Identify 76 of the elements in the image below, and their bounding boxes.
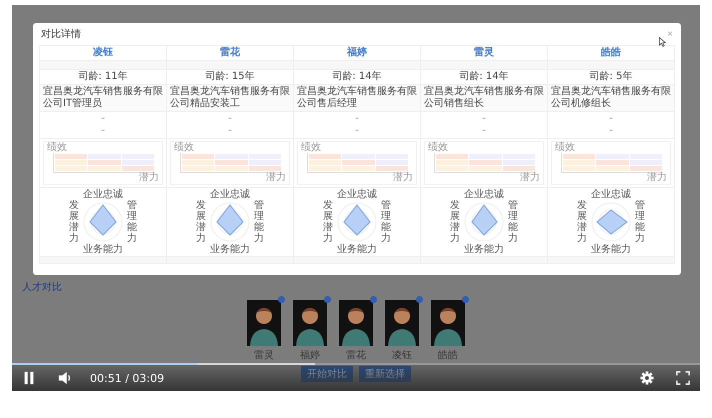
axis-label: 管理能力	[635, 200, 645, 244]
axis-label: 绩效	[555, 143, 575, 153]
axis-label: 绩效	[47, 143, 67, 153]
pause-icon[interactable]	[22, 371, 36, 385]
avatar-icon	[385, 300, 419, 346]
candidate-name: 皓皓	[438, 348, 458, 362]
table-cell: -	[101, 125, 105, 137]
table-cell: -	[609, 113, 613, 125]
avatar-icon	[431, 300, 465, 346]
axis-label: 企业忠诚	[83, 189, 123, 200]
axis-label: 潜力	[647, 173, 667, 183]
section-title: 人才对比	[22, 280, 62, 294]
remove-icon[interactable]	[462, 296, 469, 303]
axis-label: 业务能力	[464, 244, 504, 255]
axis-label: 企业忠诚	[464, 189, 504, 200]
fullscreen-icon[interactable]	[676, 371, 690, 385]
candidate-name: 雷花	[346, 348, 366, 362]
candidate-name: 雷灵	[254, 349, 274, 362]
axis-label: 潜力	[393, 173, 413, 183]
axis-label: 绩效	[301, 143, 321, 153]
axis-label: 发展潜力	[323, 200, 333, 244]
table-cell: 宜昌奥龙汽车销售服务有限公司精品安装工	[167, 85, 293, 112]
modal-title: 对比详情	[41, 28, 81, 41]
table-cell: 宜昌奥龙汽车销售服务有限公司机修组长	[548, 85, 674, 112]
table-cell: -	[101, 113, 105, 125]
action-button[interactable]: 重新选择	[359, 366, 411, 382]
axis-label: 管理能力	[508, 200, 518, 244]
volume-icon[interactable]	[58, 371, 72, 385]
cursor-icon	[659, 37, 666, 47]
axis-label: 潜力	[139, 173, 159, 183]
avatar-icon	[247, 300, 281, 346]
axis-label: 管理能力	[127, 200, 137, 244]
remove-icon[interactable]	[278, 296, 285, 303]
axis-label: 发展潜力	[69, 200, 79, 244]
axis-label: 企业忠诚	[591, 189, 631, 200]
axis-label: 绩效	[428, 143, 448, 153]
remove-icon[interactable]	[324, 296, 331, 303]
table-cell: 宜昌奥龙汽车销售服务有限公司销售组长	[421, 85, 547, 112]
axis-label: 业务能力	[337, 244, 377, 255]
table-cell: -	[482, 113, 486, 125]
axis-label: 发展潜力	[450, 200, 460, 244]
table-cell: -	[228, 125, 232, 137]
radar-chart-drawing	[337, 202, 377, 242]
avatar-icon	[339, 300, 373, 346]
remove-icon[interactable]	[370, 296, 377, 303]
axis-label: 业务能力	[591, 244, 631, 255]
axis-label: 发展潜力	[196, 200, 206, 244]
table-cell: -	[482, 125, 486, 137]
radar-chart-drawing	[210, 202, 250, 242]
candidate-name: 凌钰	[392, 348, 412, 362]
close-button[interactable]: ×	[665, 28, 675, 40]
table-cell: -	[228, 113, 232, 125]
table-cell: -	[355, 125, 359, 137]
axis-label: 管理能力	[381, 200, 391, 244]
avatar-icon	[293, 300, 327, 346]
table-cell: -	[355, 113, 359, 125]
action-button[interactable]: 开始对比	[301, 366, 353, 382]
axis-label: 绩效	[174, 143, 194, 153]
radar-chart-drawing	[464, 202, 504, 242]
axis-label: 发展潜力	[577, 200, 587, 244]
remove-icon[interactable]	[416, 296, 423, 303]
axis-label: 企业忠诚	[337, 189, 377, 200]
table-cell: -	[609, 125, 613, 137]
axis-label: 管理能力	[254, 200, 264, 244]
radar-chart-drawing	[83, 202, 123, 242]
axis-label: 企业忠诚	[210, 189, 250, 200]
candidate-name: 福婷	[300, 348, 320, 362]
axis-label: 潜力	[520, 173, 540, 183]
table-cell: 宜昌奥龙汽车销售服务有限公司IT管理员	[40, 85, 166, 112]
table-cell: 宜昌奥龙汽车销售服务有限公司售后经理	[294, 85, 420, 112]
axis-label: 业务能力	[210, 244, 250, 255]
settings-icon[interactable]	[640, 371, 654, 385]
axis-label: 潜力	[266, 173, 286, 183]
axis-label: 业务能力	[83, 244, 123, 255]
time-display: 00:51 / 03:09	[90, 372, 164, 384]
radar-chart-drawing	[591, 202, 631, 242]
